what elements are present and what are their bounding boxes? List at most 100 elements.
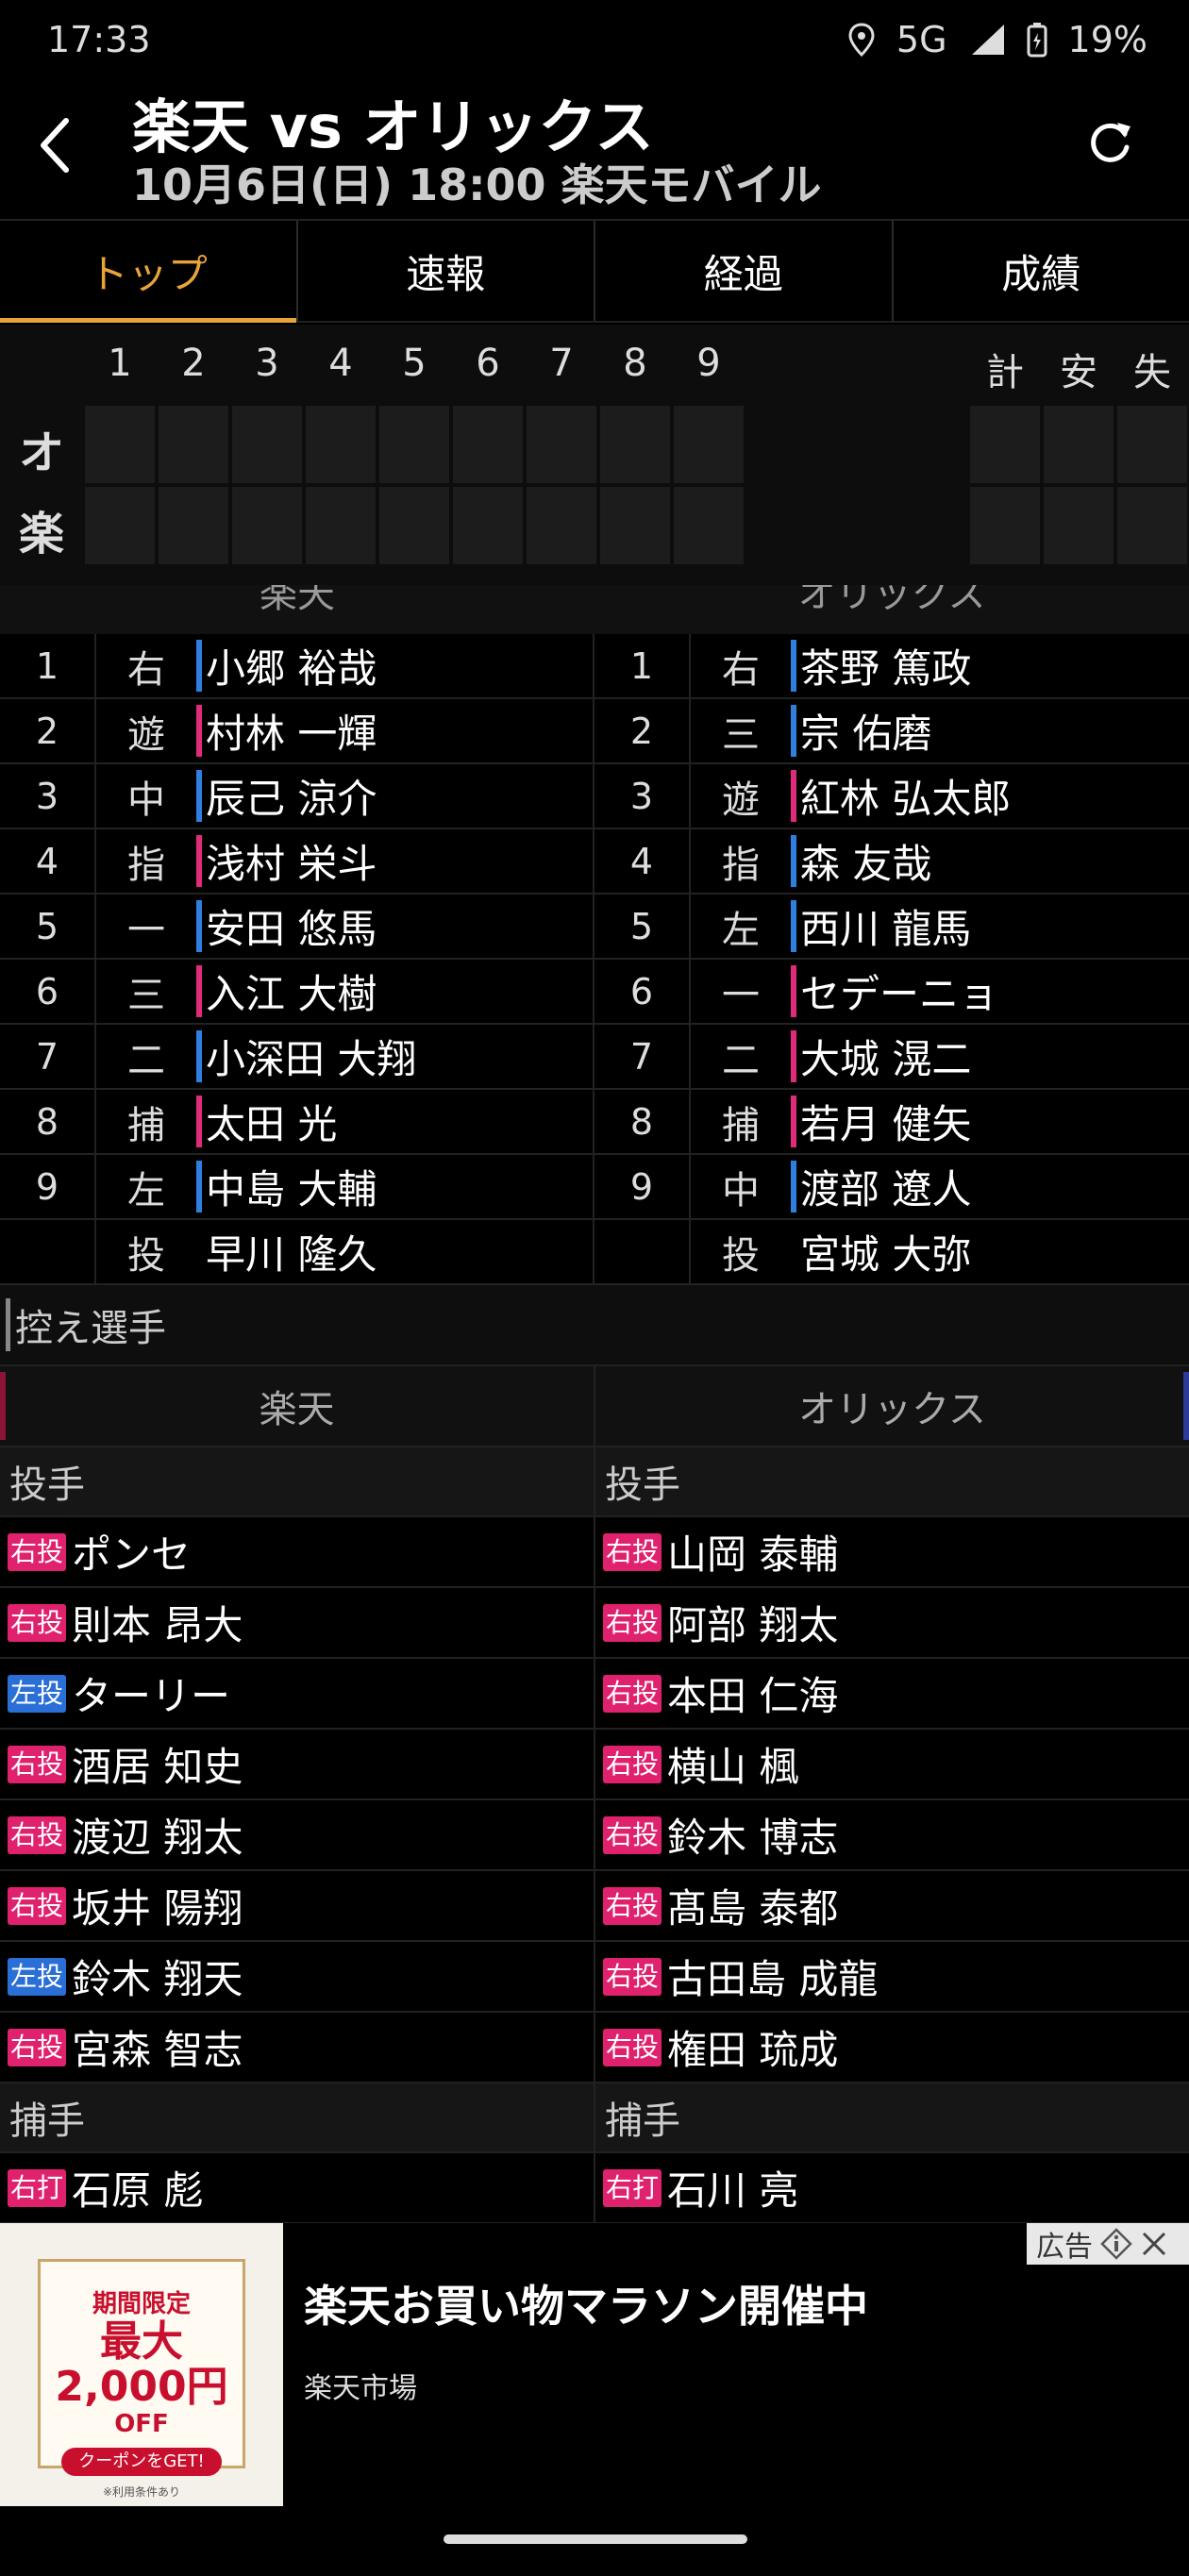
home-bench-player[interactable]: 右投 ポンセ	[0, 1517, 595, 1586]
away-batter[interactable]: 9 中渡部 遼人	[594, 1155, 1189, 1218]
away-bench-player[interactable]: 右投 権田 琉成	[595, 2013, 1189, 2082]
player-name[interactable]: 宗 佑磨	[791, 699, 1189, 762]
player-name[interactable]: 安田 悠馬	[196, 895, 593, 958]
coupon-line1: 期間限定	[92, 2290, 191, 2318]
away-batter[interactable]: 7 二大城 滉二	[594, 1025, 1189, 1088]
player-name[interactable]: 中島 大輔	[196, 1155, 593, 1218]
player-name[interactable]: 紅林 弘太郎	[791, 764, 1189, 828]
player-name[interactable]: 山岡 泰輔	[667, 1523, 838, 1581]
home-batter[interactable]: 5 一安田 悠馬	[0, 895, 594, 958]
player-name[interactable]: 西川 龍馬	[791, 895, 1189, 958]
away-bench-player[interactable]: 右投 本田 仁海	[595, 1659, 1189, 1728]
player-name[interactable]: ターリー	[72, 1664, 230, 1722]
player-name[interactable]: 早川 隆久	[196, 1220, 593, 1283]
player-name[interactable]: 宮城 大弥	[791, 1220, 1189, 1283]
ad-info-icon[interactable]	[1100, 2228, 1132, 2260]
player-name[interactable]: 鈴木 博志	[667, 1806, 838, 1864]
score-cell	[85, 487, 155, 564]
player-name[interactable]: 小郷 裕哉	[196, 634, 593, 697]
player-name[interactable]: ポンセ	[72, 1523, 191, 1581]
player-name[interactable]: 石原 彪	[72, 2159, 203, 2216]
ad-thumbnail[interactable]: 期間限定 最大2,000円 OFF クーポンをGET! ※利用条件あり	[0, 2223, 283, 2506]
away-batter[interactable]: 4指森 友哉	[594, 829, 1189, 893]
home-batter[interactable]: 1 右小郷 裕哉	[0, 634, 594, 697]
player-name[interactable]: 茶野 篤政	[791, 634, 1189, 697]
ad-title[interactable]: 楽天お買い物マラソン開催中	[304, 2272, 868, 2334]
player-name[interactable]: 髙島 泰都	[667, 1877, 838, 1934]
away-bench-player[interactable]: 右投 古田島 成龍	[595, 1942, 1189, 2011]
player-name[interactable]: 太田 光	[196, 1090, 593, 1153]
player-name[interactable]: 大城 滉二	[791, 1025, 1189, 1088]
home-bench-player[interactable]: 左投 ターリー	[0, 1659, 595, 1728]
ad-close-icon[interactable]	[1140, 2230, 1168, 2258]
score-cell	[232, 487, 302, 564]
player-name[interactable]: 阿部 翔太	[667, 1594, 838, 1651]
player-name[interactable]: 若月 健矢	[791, 1090, 1189, 1153]
player-name[interactable]: 辰己 涼介	[196, 764, 593, 828]
player-name[interactable]: 宮森 智志	[72, 2018, 243, 2076]
home-batter[interactable]: 7 二小深田 大翔	[0, 1025, 594, 1088]
away-bench-player[interactable]: 右投 阿部 翔太	[595, 1588, 1189, 1657]
player-name[interactable]: 森 友哉	[791, 829, 1189, 893]
away-bench-player[interactable]: 右投 横山 楓	[595, 1730, 1189, 1798]
player-name[interactable]: セデーニョ	[791, 960, 1189, 1023]
home-bench-player[interactable]: 右投 酒居 知史	[0, 1730, 595, 1798]
player-name[interactable]: 浅村 栄斗	[196, 829, 593, 893]
player-name[interactable]: 権田 琉成	[667, 2018, 838, 2076]
away-bench-player[interactable]: 右打 石川 亮	[595, 2153, 1189, 2222]
away-bench-player[interactable]: 右投 髙島 泰都	[595, 1871, 1189, 1940]
batting-order: 3	[0, 764, 96, 828]
home-batter[interactable]: 8 捕太田 光	[0, 1090, 594, 1153]
player-name[interactable]: 坂井 陽翔	[72, 1877, 243, 1934]
tab-stats[interactable]: 成績	[894, 221, 1189, 321]
tab-live[interactable]: 速報	[298, 221, 595, 321]
away-bench-player[interactable]: 右投 鈴木 博志	[595, 1800, 1189, 1869]
player-name[interactable]: 横山 楓	[667, 1735, 798, 1793]
batting-order: 2	[594, 699, 691, 762]
player-name[interactable]: 鈴木 翔天	[72, 1948, 243, 2005]
back-icon[interactable]	[36, 115, 74, 176]
away-batter[interactable]: 3 遊紅林 弘太郎	[594, 764, 1189, 828]
away-batter[interactable]: 5 左西川 龍馬	[594, 895, 1189, 958]
player-name[interactable]: 本田 仁海	[667, 1664, 838, 1722]
score-cell	[379, 487, 449, 564]
player-name[interactable]: 古田島 成龍	[667, 1948, 878, 2005]
player-name[interactable]: 小深田 大翔	[196, 1025, 593, 1088]
tab-progress[interactable]: 経過	[595, 221, 894, 321]
batting-order: 5	[0, 895, 96, 958]
score-cell	[306, 487, 376, 564]
home-indicator[interactable]	[444, 2534, 747, 2544]
away-bench-player[interactable]: 右投 山岡 泰輔	[595, 1517, 1189, 1586]
scoreboard: 1 2 3 4 5 6 7 8 9 計 安 失 オ 楽	[0, 325, 1189, 585]
ad-banner[interactable]: 期間限定 最大2,000円 OFF クーポンをGET! ※利用条件あり 楽天お買…	[0, 2223, 1189, 2506]
player-name[interactable]: 村林 一輝	[196, 699, 593, 762]
away-batter[interactable]: 6 一セデーニョ	[594, 960, 1189, 1023]
home-bench-player[interactable]: 右投 渡辺 翔太	[0, 1800, 595, 1869]
home-bench-player[interactable]: 右投 坂井 陽翔	[0, 1871, 595, 1940]
tab-top[interactable]: トップ	[0, 221, 298, 323]
home-bench-player[interactable]: 左投 鈴木 翔天	[0, 1942, 595, 2011]
player-name[interactable]: 石川 亮	[667, 2159, 798, 2216]
home-batter[interactable]: 2 遊村林 一輝	[0, 699, 594, 762]
away-batter[interactable]: 1 右茶野 篤政	[594, 634, 1189, 697]
player-name[interactable]: 則本 昂大	[72, 1594, 243, 1651]
refresh-icon[interactable]	[1083, 117, 1136, 170]
home-batter[interactable]: 3 中辰己 涼介	[0, 764, 594, 828]
player-name[interactable]: 入江 大樹	[196, 960, 593, 1023]
away-batter[interactable]: 投宮城 大弥	[594, 1220, 1189, 1283]
batting-order: 8	[0, 1090, 96, 1153]
bench-section-title: 控え選手	[0, 1285, 1189, 1366]
home-bench-player[interactable]: 右投 宮森 智志	[0, 2013, 595, 2082]
home-batter[interactable]: 9 左中島 大輔	[0, 1155, 594, 1218]
home-bench-player[interactable]: 右打 石原 彪	[0, 2153, 595, 2222]
home-batter[interactable]: 投早川 隆久	[0, 1220, 594, 1283]
home-batter[interactable]: 6 三入江 大樹	[0, 960, 594, 1023]
player-name[interactable]: 渡辺 翔太	[72, 1806, 243, 1864]
status-bar: 17:33 5G 19%	[0, 0, 1189, 79]
home-bench-player[interactable]: 右投 則本 昂大	[0, 1588, 595, 1657]
home-batter[interactable]: 4 指浅村 栄斗	[0, 829, 594, 893]
player-name[interactable]: 渡部 遼人	[791, 1155, 1189, 1218]
away-batter[interactable]: 2三宗 佑磨	[594, 699, 1189, 762]
away-batter[interactable]: 8 捕若月 健矢	[594, 1090, 1189, 1153]
player-name[interactable]: 酒居 知史	[72, 1735, 243, 1793]
